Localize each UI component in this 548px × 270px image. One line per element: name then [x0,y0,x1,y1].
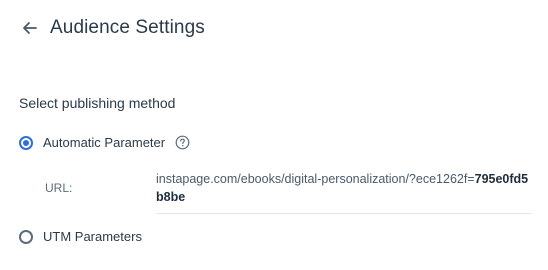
option-utm-parameters[interactable]: UTM Parameters [19,229,142,244]
section-title: Select publishing method [19,95,176,111]
automatic-parameter-label[interactable]: Automatic Parameter [43,135,165,150]
page-header: Audience Settings [18,12,205,44]
audience-settings-page: Audience Settings Select publishing meth… [0,0,548,270]
page-title: Audience Settings [50,17,205,38]
arrow-left-icon [23,22,37,34]
url-label: URL: [45,181,73,195]
automatic-parameter-radio[interactable] [19,135,33,150]
back-button[interactable] [18,16,42,40]
url-prefix: instapage.com/ebooks/digital-personaliza… [156,172,475,186]
option-automatic-parameter[interactable]: Automatic Parameter [19,135,190,150]
question-circle-icon[interactable] [175,135,190,150]
utm-parameters-radio[interactable] [19,229,33,244]
url-value: instapage.com/ebooks/digital-personaliza… [156,170,532,214]
utm-parameters-label[interactable]: UTM Parameters [43,229,142,244]
radio-selected-dot [23,139,29,146]
